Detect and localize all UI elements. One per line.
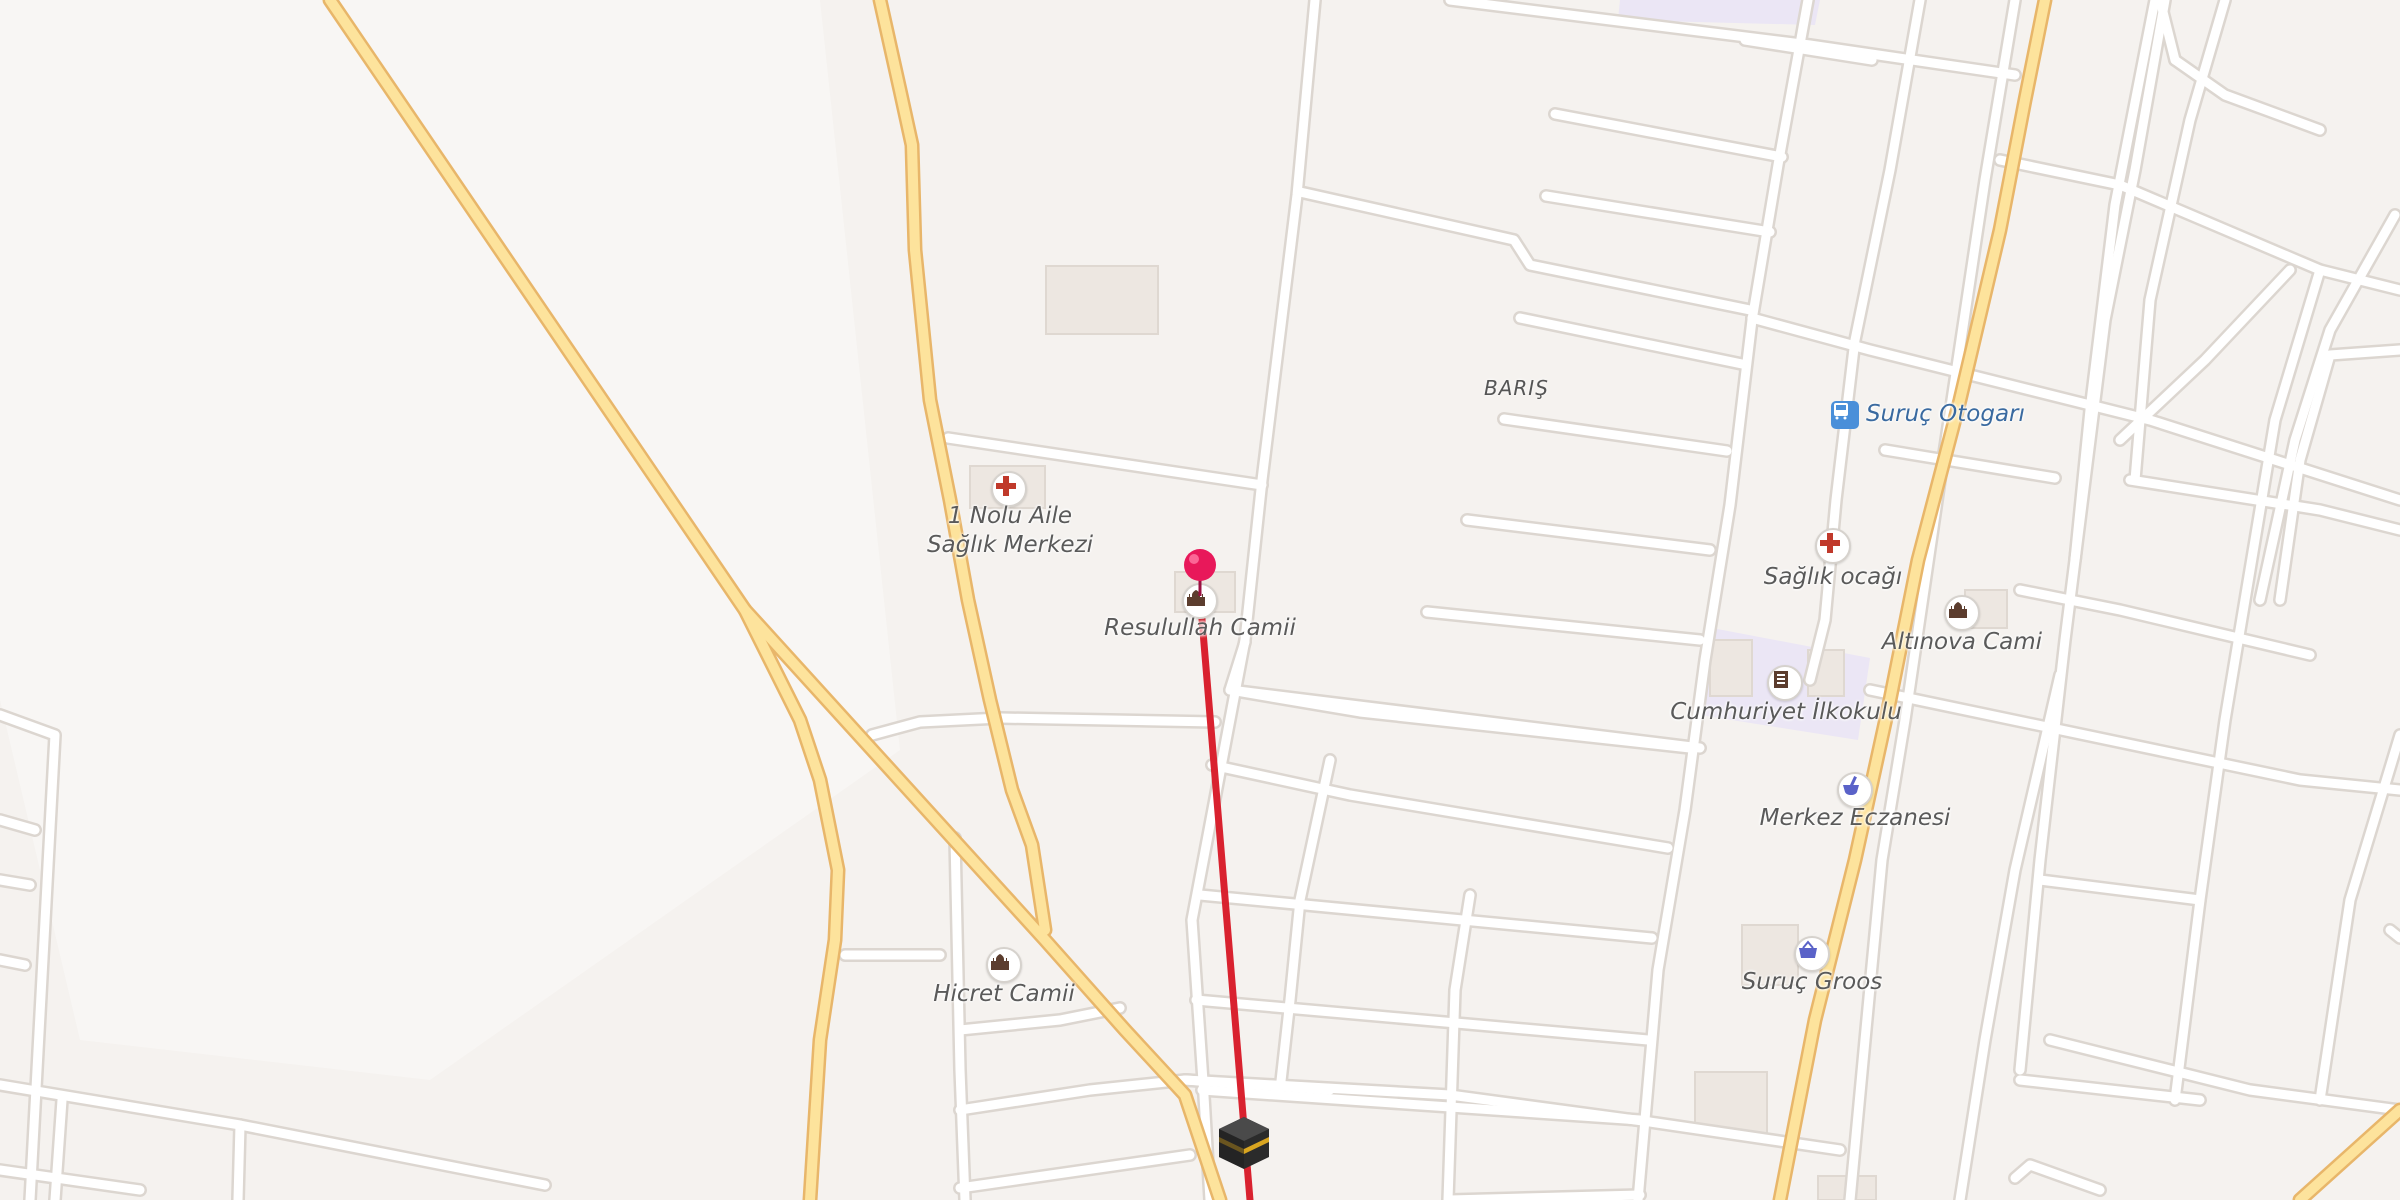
neighborhood-label: BARIŞ — [1484, 376, 1549, 400]
poi-label-health-clinic[interactable]: Sağlık ocağı — [1713, 563, 1953, 592]
poi-label-pharmacy[interactable]: Merkez Eczanesi — [1735, 804, 1975, 833]
poi-label-school[interactable]: Cumhuriyet İlkokulu — [1666, 698, 1906, 727]
pharmacy-mortar-icon[interactable] — [1837, 772, 1873, 808]
school-icon[interactable] — [1767, 665, 1803, 701]
medical-cross-icon[interactable] — [1815, 528, 1851, 564]
map-canvas[interactable]: BARIŞ 1 Nolu Aile Sağlık Merkezi Resulul… — [0, 0, 2400, 1200]
poi-label-health-center[interactable]: 1 Nolu Aile Sağlık Merkezi — [890, 502, 1130, 560]
shopping-basket-icon[interactable] — [1794, 936, 1830, 972]
kaaba-icon[interactable] — [1217, 1115, 1271, 1171]
poi-label-bus-station[interactable]: Suruç Otogarı — [1866, 400, 2025, 429]
poi-label-grocery[interactable]: Suruç Groos — [1692, 968, 1932, 997]
poi-label-hicret-mosque[interactable]: Hicret Camii — [884, 980, 1124, 1009]
mosque-icon[interactable] — [1944, 595, 1980, 631]
bus-icon[interactable] — [1831, 401, 1859, 429]
poi-label-altinova-mosque[interactable]: Altınova Cami — [1842, 628, 2082, 657]
location-pin-icon[interactable] — [1182, 548, 1218, 596]
poi-label-resulullah-mosque[interactable]: Resulullah Camii — [1060, 614, 1340, 643]
mosque-icon[interactable] — [986, 947, 1022, 983]
